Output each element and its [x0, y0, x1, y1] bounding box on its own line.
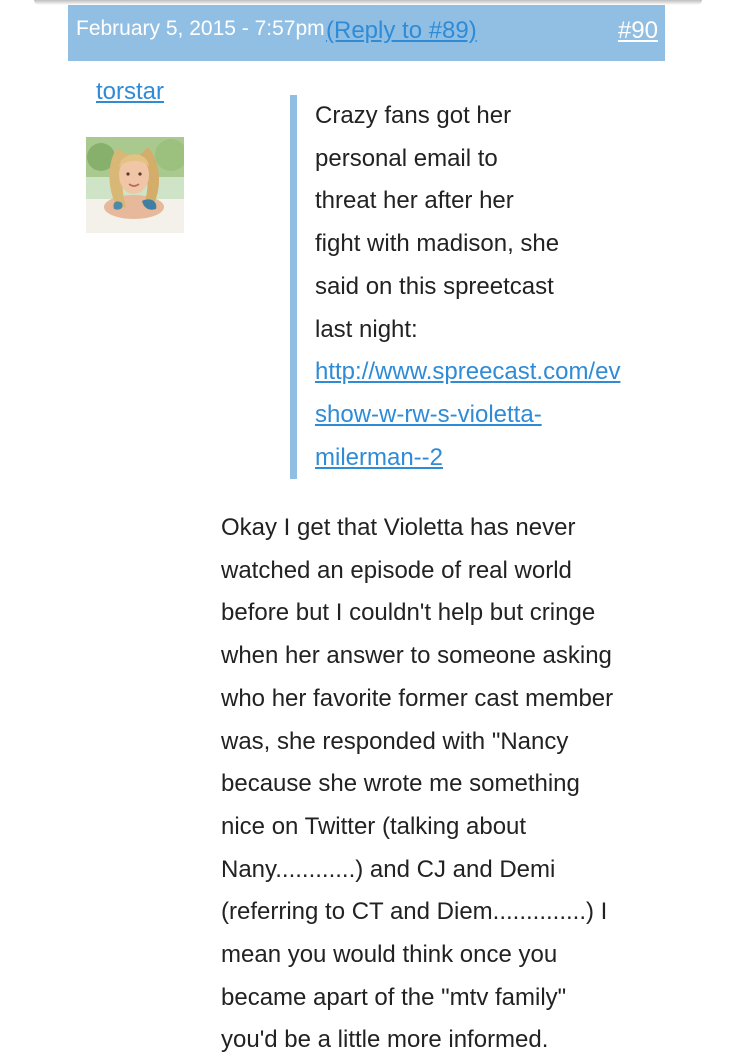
body-line: you'd be a little more informed. [221, 1026, 549, 1054]
body-line: became apart of the "mtv family" [221, 983, 567, 1011]
quote-line: threat her after her [315, 187, 514, 215]
body-line: before but I couldn't help but cringe [221, 599, 596, 627]
spreecast-link[interactable]: milerman--2 [315, 437, 675, 480]
forum-post-page: February 5, 2015 - 7:57pm (Reply to #89)… [0, 0, 750, 1054]
body-line: nice on Twitter (talking about [221, 812, 527, 840]
body-line: mean you would think once you [221, 941, 558, 969]
body-line: (referring to CT and Diem..............)… [221, 898, 608, 926]
body-line: who her favorite former cast member [221, 684, 614, 712]
body-line: Okay I get that Violetta has never [221, 514, 576, 541]
avatar[interactable] [86, 137, 184, 233]
body-line: was, she responded with "Nancy [221, 727, 569, 755]
spreecast-link[interactable]: http://www.spreecast.com/ev [315, 351, 675, 394]
post-date: February 5, 2015 - 7:57pm [76, 17, 325, 40]
quote-line: last night: [315, 315, 418, 343]
body-line: when her answer to someone asking [221, 642, 612, 670]
post-number-link[interactable]: #90 [618, 17, 658, 45]
quote-line: Crazy fans got her [315, 102, 512, 129]
quote-bar [290, 95, 297, 479]
reply-link[interactable]: (Reply to #89) [326, 17, 477, 45]
spreecast-link[interactable]: show-w-rw-s-violetta- [315, 394, 675, 437]
author-link[interactable]: torstar [96, 78, 164, 106]
post-body: Okay I get that Violetta has never watch… [221, 507, 671, 1054]
body-line: because she wrote me something [221, 770, 580, 798]
body-line: watched an episode of real world [221, 556, 572, 584]
quote-line: fight with madison, she [315, 230, 560, 258]
quote-block: Crazy fans got her personal email to thr… [315, 95, 675, 479]
post-header: February 5, 2015 - 7:57pm (Reply to #89)… [68, 5, 665, 61]
quote-line: personal email to [315, 144, 498, 172]
body-line: Nany............) and CJ and Demi [221, 855, 556, 883]
avatar-image [86, 137, 184, 233]
quote-line: said on this spreetcast [315, 272, 554, 300]
